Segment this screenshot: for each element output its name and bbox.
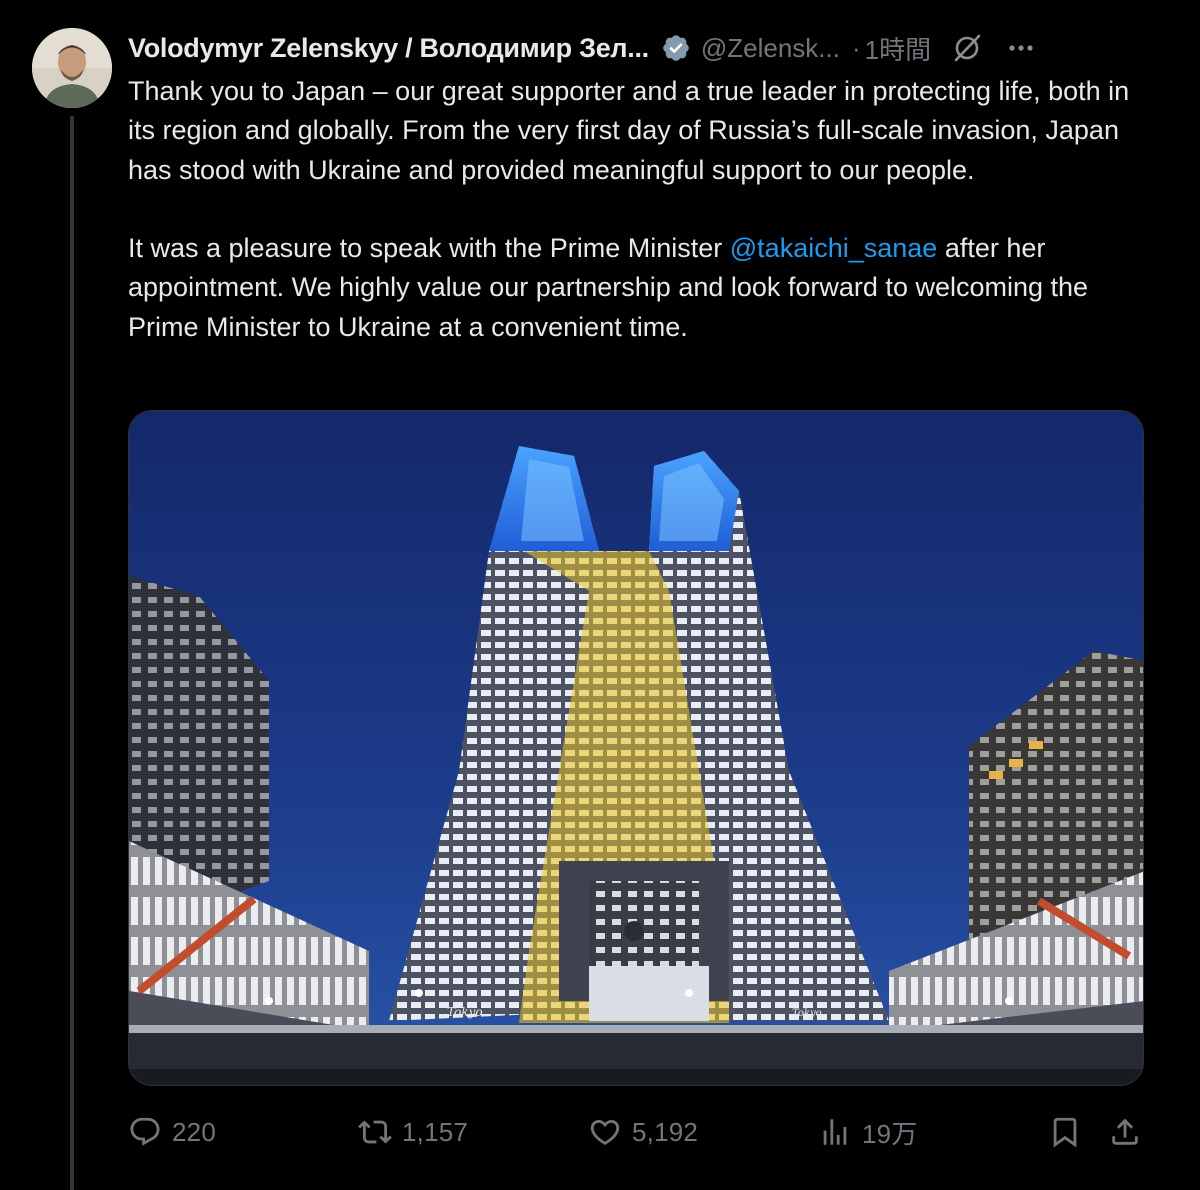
heart-icon	[590, 1119, 620, 1145]
grok-icon[interactable]	[951, 32, 983, 64]
author-display-name[interactable]: Volodymyr Zelenskyy / Володимир Зел...	[128, 33, 649, 64]
repost-button[interactable]: 1,157	[358, 1108, 468, 1156]
like-button[interactable]: 5,192	[588, 1108, 698, 1156]
views-button[interactable]: 19万	[818, 1108, 918, 1156]
tweet-header: Volodymyr Zelenskyy / Володимир Зел... @…	[128, 28, 1168, 68]
author-avatar[interactable]	[32, 28, 112, 108]
like-count: 5,192	[632, 1116, 699, 1147]
tweet-actions: 220 1,157 5,192 19万	[128, 1108, 1144, 1156]
tweet-paragraph-1: Thank you to Japan – our great supporter…	[128, 76, 1130, 185]
separator-dot: ·	[851, 32, 861, 63]
tweet-paragraph-2: It was a pleasure to speak with the Prim…	[128, 229, 1158, 347]
reply-button[interactable]: 220	[128, 1108, 216, 1156]
paragraph-2-start: It was a pleasure to speak with the Prim…	[128, 233, 730, 264]
mention-link[interactable]: @takaichi_sanae	[730, 233, 938, 263]
more-options-icon[interactable]	[1005, 32, 1037, 64]
reply-count: 220	[172, 1116, 216, 1147]
tweet-article[interactable]: Volodymyr Zelenskyy / Володимир Зел... @…	[0, 0, 1200, 1190]
building-photo: Tokyo Tokyo	[129, 411, 1143, 1085]
author-handle[interactable]: @Zelensk...	[701, 33, 840, 64]
views-icon	[823, 1119, 847, 1145]
verified-badge-icon[interactable]	[661, 33, 691, 63]
reply-icon	[130, 1117, 160, 1146]
bookmark-icon	[1053, 1117, 1077, 1148]
avatar-photo	[32, 28, 112, 108]
tweet-photo[interactable]: Tokyo Tokyo	[128, 410, 1144, 1086]
share-icon	[1112, 1118, 1138, 1145]
repost-count: 1,157	[402, 1116, 469, 1147]
signage-right: Tokyo	[792, 1008, 822, 1019]
signage-left: Tokyo	[447, 1005, 483, 1019]
tweet-timestamp[interactable]: 1時間	[865, 30, 931, 67]
views-count: 19万	[862, 1118, 918, 1149]
share-button[interactable]	[1108, 1108, 1152, 1156]
repost-icon	[358, 1120, 392, 1144]
bookmark-button[interactable]	[1048, 1108, 1092, 1156]
tweet-text: Thank you to Japan – our great supporter…	[128, 72, 1158, 347]
thread-line	[70, 116, 74, 1190]
